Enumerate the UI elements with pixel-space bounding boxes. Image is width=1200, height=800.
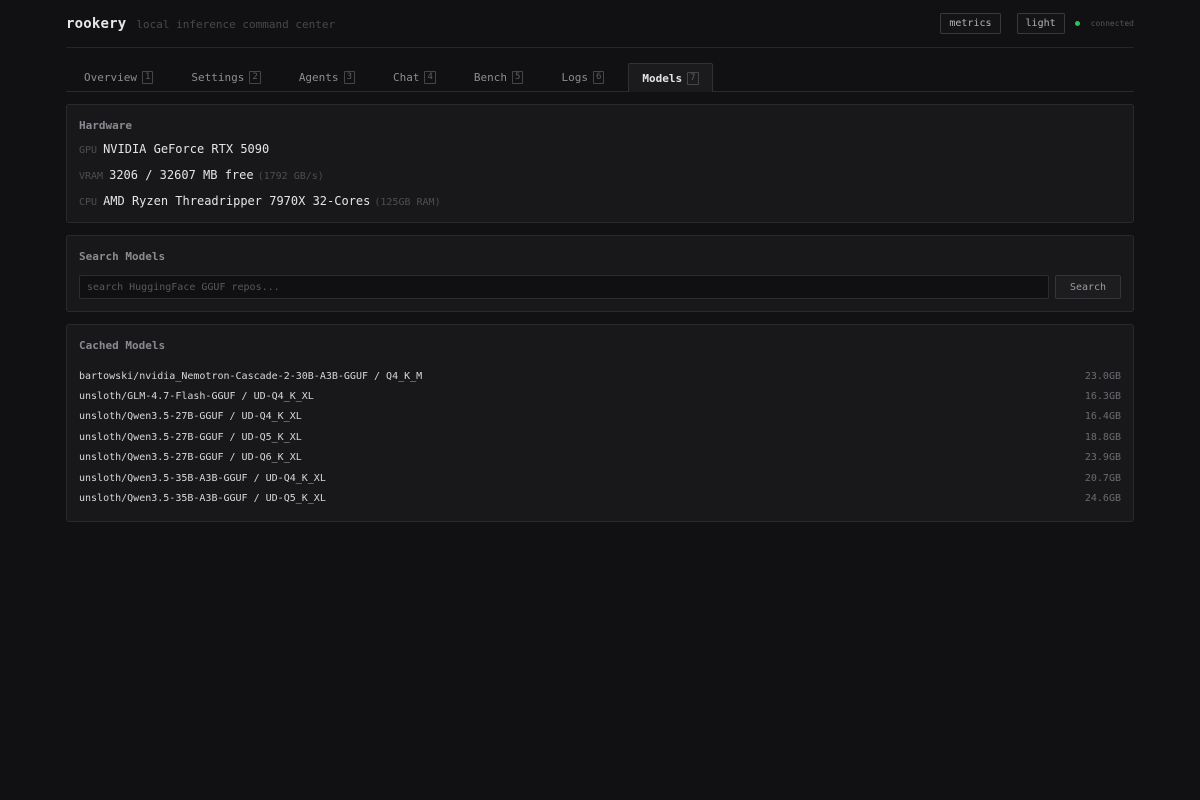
tab-label: Logs bbox=[561, 71, 588, 84]
header-actions: metrics light connected bbox=[940, 13, 1134, 34]
search-panel: Search Models Search bbox=[66, 235, 1134, 312]
theme-toggle-button[interactable]: light bbox=[1016, 13, 1065, 34]
model-name: unsloth/Qwen3.5-27B-GGUF / UD-Q5_K_XL bbox=[79, 431, 302, 443]
model-name: unsloth/Qwen3.5-27B-GGUF / UD-Q4_K_XL bbox=[79, 411, 302, 423]
model-search-input[interactable] bbox=[79, 275, 1049, 299]
cached-model-row[interactable]: unsloth/GLM-4.7-Flash-GGUF / UD-Q4_K_XL … bbox=[79, 386, 1121, 406]
model-name: unsloth/Qwen3.5-35B-A3B-GGUF / UD-Q5_K_X… bbox=[79, 493, 326, 505]
cached-model-list: bartowski/nvidia_Nemotron-Cascade-2-30B-… bbox=[79, 366, 1121, 509]
model-size: 18.8GB bbox=[1084, 431, 1121, 443]
tab-shortcut-key: 5 bbox=[512, 71, 524, 84]
hardware-panel: Hardware GPU NVIDIA GeForce RTX 5090 VRAM… bbox=[66, 104, 1134, 223]
app-tagline: local inference command center bbox=[136, 17, 336, 31]
gpu-row: GPU NVIDIA GeForce RTX 5090 bbox=[79, 142, 1121, 158]
cpu-value: AMD Ryzen Threadripper 7970X 32-Cores bbox=[103, 194, 371, 208]
tab-label: Settings bbox=[191, 71, 245, 84]
tab-chat[interactable]: Chat 4 bbox=[379, 63, 450, 91]
tab-label: Agents bbox=[298, 71, 339, 84]
vram-value: 3206 / 32607 MB free bbox=[109, 168, 254, 182]
tab-shortcut-key: 2 bbox=[249, 71, 261, 84]
cpu-ram: (125GB RAM) bbox=[374, 197, 441, 208]
connection-status-dot bbox=[1074, 21, 1080, 26]
vram-bandwidth: (1792 GB/s) bbox=[257, 171, 324, 182]
cached-model-row[interactable]: unsloth/Qwen3.5-27B-GGUF / UD-Q6_K_XL 23… bbox=[79, 448, 1121, 468]
tab-models[interactable]: Models 7 bbox=[628, 63, 713, 92]
app-logo: rookery bbox=[66, 15, 127, 32]
cached-models-panel: Cached Models bartowski/nvidia_Nemotron-… bbox=[66, 324, 1134, 522]
app-container: rookery local inference command center m… bbox=[66, 0, 1134, 522]
model-size: 23.0GB bbox=[1084, 370, 1121, 382]
metrics-button[interactable]: metrics bbox=[940, 13, 1001, 34]
model-name: unsloth/Qwen3.5-27B-GGUF / UD-Q6_K_XL bbox=[79, 452, 302, 464]
model-size: 23.9GB bbox=[1084, 452, 1121, 464]
tab-label: Bench bbox=[473, 71, 508, 84]
cached-models-title: Cached Models bbox=[79, 339, 166, 352]
cached-model-row[interactable]: unsloth/Qwen3.5-27B-GGUF / UD-Q5_K_XL 18… bbox=[79, 427, 1121, 447]
tab-shortcut-key: 3 bbox=[343, 71, 355, 84]
tab-shortcut-key: 7 bbox=[687, 71, 699, 85]
tab-overview[interactable]: Overview 1 bbox=[70, 63, 167, 91]
search-title: Search Models bbox=[79, 250, 166, 263]
tab-label: Chat bbox=[392, 71, 420, 84]
tab-label: Overview bbox=[84, 71, 137, 84]
model-name: unsloth/Qwen3.5-35B-A3B-GGUF / UD-Q4_K_X… bbox=[79, 472, 326, 484]
gpu-key: GPU bbox=[79, 145, 98, 156]
tab-logs[interactable]: Logs 6 bbox=[547, 63, 618, 91]
vram-row: VRAM 3206 / 32607 MB free (1792 GB/s) bbox=[79, 168, 1121, 184]
search-button[interactable]: Search bbox=[1055, 275, 1121, 299]
tab-settings[interactable]: Settings 2 bbox=[177, 63, 274, 91]
tab-label: Models bbox=[642, 71, 683, 85]
connection-status-text: connected bbox=[1090, 19, 1134, 28]
tab-agents[interactable]: Agents 3 bbox=[285, 63, 369, 91]
cached-model-row[interactable]: unsloth/Qwen3.5-35B-A3B-GGUF / UD-Q5_K_X… bbox=[79, 488, 1121, 508]
vram-key: VRAM bbox=[79, 171, 104, 182]
cpu-key: CPU bbox=[79, 197, 98, 208]
cached-model-row[interactable]: unsloth/Qwen3.5-35B-A3B-GGUF / UD-Q4_K_X… bbox=[79, 468, 1121, 488]
model-size: 16.3GB bbox=[1084, 391, 1121, 403]
model-size: 20.7GB bbox=[1084, 472, 1121, 484]
model-name: unsloth/GLM-4.7-Flash-GGUF / UD-Q4_K_XL bbox=[79, 391, 314, 403]
tab-shortcut-key: 4 bbox=[424, 71, 436, 84]
model-size: 24.6GB bbox=[1084, 493, 1121, 505]
tab-shortcut-key: 6 bbox=[592, 71, 605, 84]
cpu-row: CPU AMD Ryzen Threadripper 7970X 32-Cores… bbox=[79, 194, 1121, 210]
tab-bench[interactable]: Bench 5 bbox=[460, 63, 538, 91]
tab-shortcut-key: 1 bbox=[141, 71, 154, 84]
model-name: bartowski/nvidia_Nemotron-Cascade-2-30B-… bbox=[79, 370, 423, 382]
model-size: 16.4GB bbox=[1084, 411, 1121, 423]
search-row: Search bbox=[79, 275, 1121, 299]
gpu-value: NVIDIA GeForce RTX 5090 bbox=[103, 142, 270, 156]
brand: rookery local inference command center bbox=[66, 16, 335, 32]
tab-bar: Overview 1 Settings 2 Agents 3 Chat 4 Bench 5… bbox=[66, 48, 1134, 92]
hardware-title: Hardware bbox=[79, 119, 132, 132]
cached-model-row[interactable]: unsloth/Qwen3.5-27B-GGUF / UD-Q4_K_XL 16… bbox=[79, 407, 1121, 427]
cached-model-row[interactable]: bartowski/nvidia_Nemotron-Cascade-2-30B-… bbox=[79, 366, 1121, 386]
top-header: rookery local inference command center m… bbox=[66, 0, 1134, 48]
